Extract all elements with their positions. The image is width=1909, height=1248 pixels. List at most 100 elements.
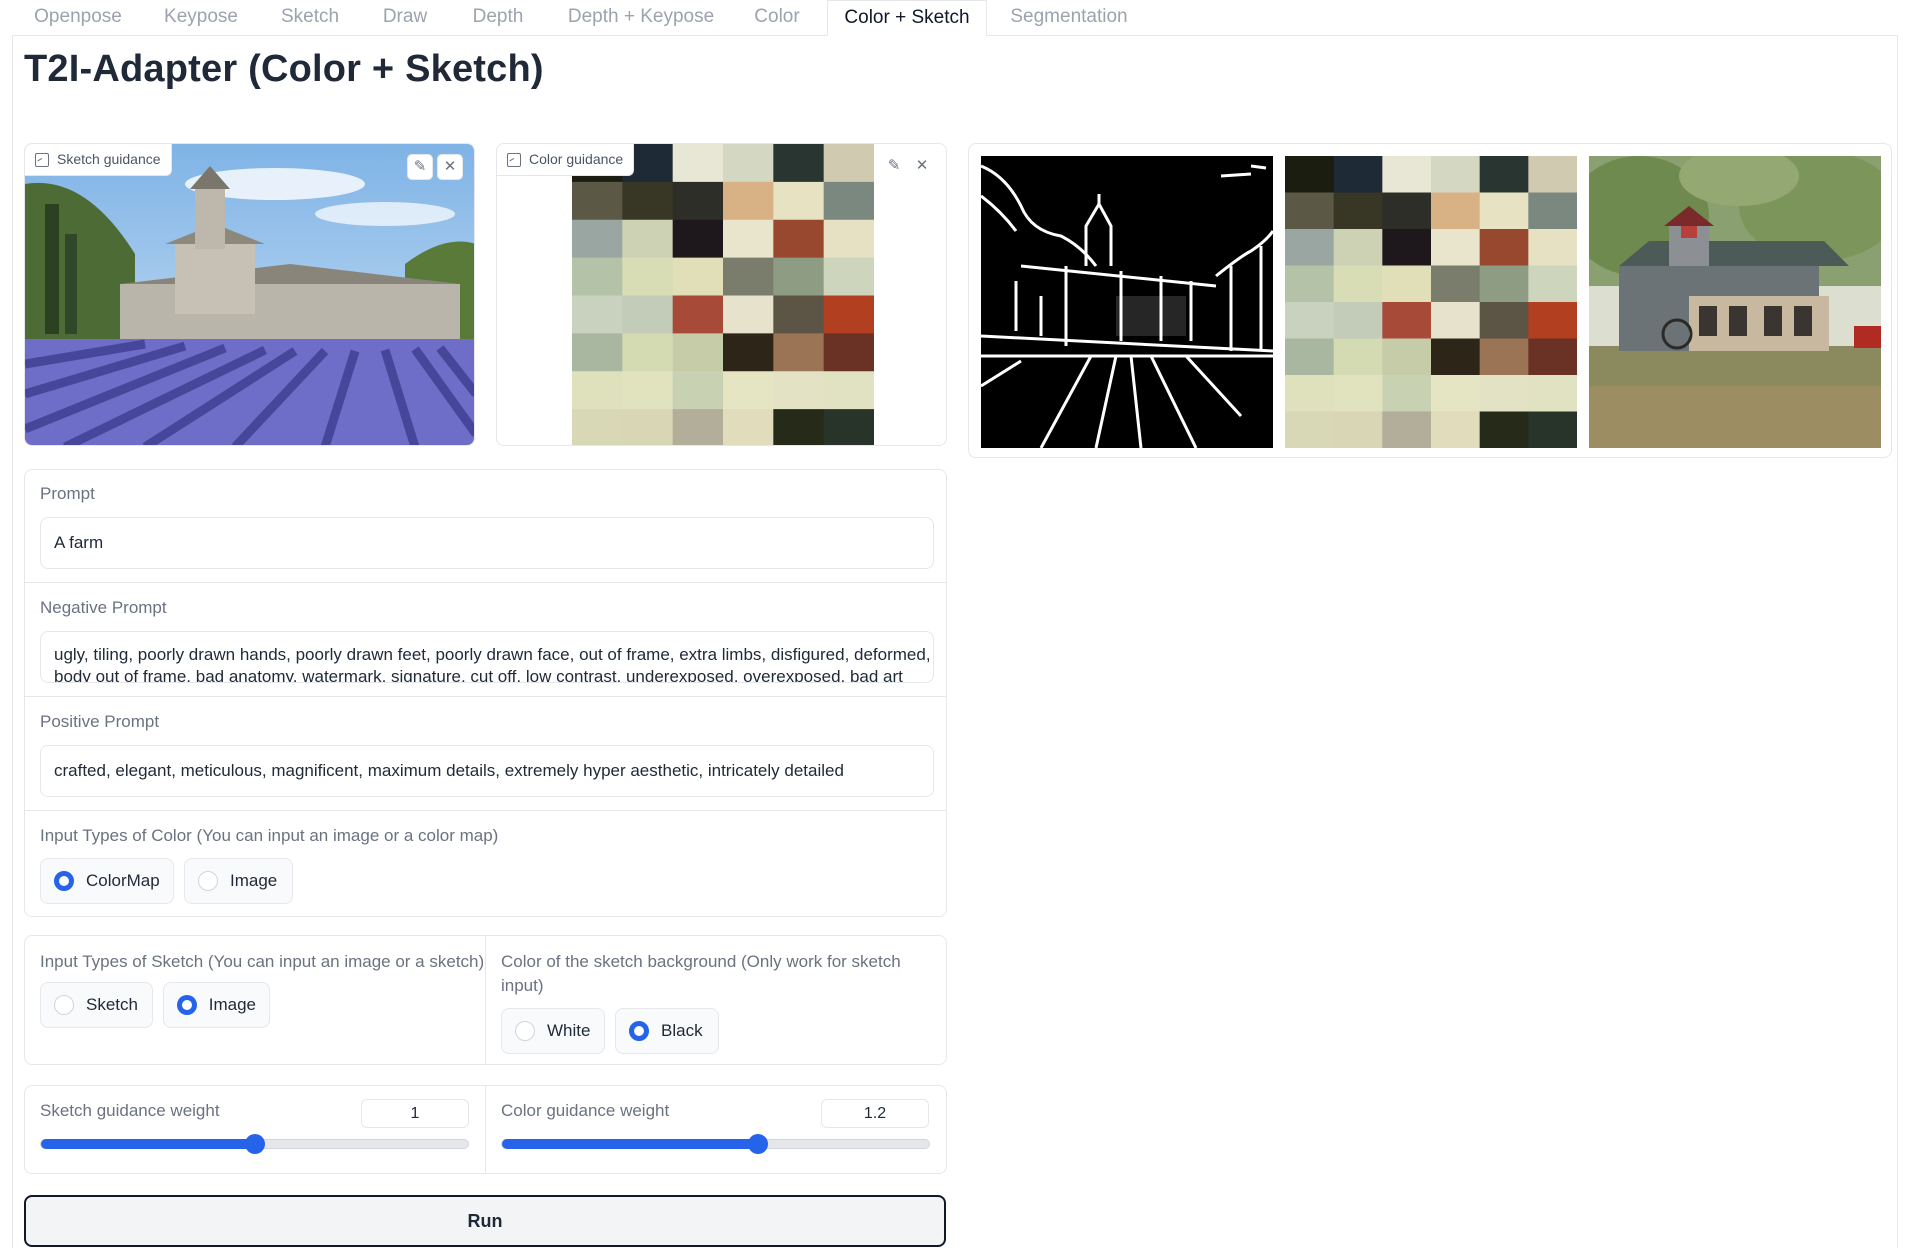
radio-color-image[interactable]: Image [184, 858, 293, 904]
color-cell [1479, 229, 1529, 266]
color-cell [1479, 338, 1529, 376]
color-cell [1382, 192, 1432, 230]
color-cell [572, 409, 623, 445]
negative-prompt-label: Negative Prompt [40, 598, 167, 617]
sketch-image-input[interactable]: Sketch guidance ✎ ✕ [24, 143, 475, 446]
color-cell [823, 181, 874, 221]
radio-white[interactable]: White [501, 1008, 605, 1054]
color-cell [823, 371, 874, 410]
color-cell [1479, 302, 1529, 339]
color-cell [723, 144, 774, 183]
color-cell [723, 181, 774, 221]
color-cell [1528, 265, 1577, 303]
positive-prompt-label: Positive Prompt [40, 712, 160, 731]
tab-color-sketch[interactable]: Color + Sketch [827, 0, 987, 36]
negative-prompt-line-2: body out of frame, bad anatomy, watermar… [54, 667, 903, 683]
color-cell [723, 219, 774, 259]
tab-openpose[interactable]: Openpose [20, 0, 136, 36]
color-cell [1382, 265, 1432, 303]
color-cell [1479, 265, 1529, 303]
color-cell [1285, 375, 1335, 412]
color-weight-slider[interactable] [501, 1134, 930, 1154]
color-weight-label: Color guidance weight [501, 1101, 670, 1120]
color-cell [1382, 411, 1432, 448]
radio-black[interactable]: Black [615, 1008, 719, 1054]
tab-draw[interactable]: Draw [370, 0, 440, 36]
color-weight-number[interactable]: 1.2 [821, 1099, 929, 1128]
slider-fill [502, 1139, 759, 1149]
color-cell [672, 257, 724, 297]
color-cell [1285, 156, 1335, 193]
image-icon [35, 152, 49, 167]
radio-sketch[interactable]: Sketch [40, 982, 153, 1028]
color-cell [672, 295, 724, 334]
color-cell [723, 409, 774, 445]
sketch-input-type-label: Input Types of Sketch (You can input an … [40, 952, 485, 971]
sketch-weight-label: Sketch guidance weight [40, 1101, 220, 1120]
run-button[interactable]: Run [24, 1195, 946, 1247]
tab-keypose[interactable]: Keypose [146, 0, 256, 36]
color-cell [622, 333, 674, 372]
tab-sketch[interactable]: Sketch [268, 0, 352, 36]
sketch-weight-number[interactable]: 1 [361, 1099, 469, 1128]
output-generated-farm[interactable] [1589, 156, 1881, 448]
color-cell [773, 333, 825, 372]
color-cell [572, 333, 623, 372]
radio-indicator-selected [629, 1021, 649, 1041]
color-cell [1431, 265, 1481, 303]
color-cell [723, 371, 774, 410]
color-cell [1479, 192, 1529, 230]
color-cell [622, 371, 674, 410]
close-icon[interactable]: ✕ [909, 154, 935, 180]
color-cell [773, 144, 825, 183]
color-cell [622, 295, 674, 334]
color-cell [1528, 229, 1577, 266]
output-sketch-map[interactable] [981, 156, 1273, 448]
tab-depth[interactable]: Depth [458, 0, 538, 36]
color-cell [773, 409, 825, 445]
color-cell [823, 295, 874, 334]
edit-icon[interactable]: ✎ [881, 154, 907, 180]
color-cell [823, 409, 874, 445]
output-gallery [968, 143, 1892, 458]
color-cell [773, 219, 825, 259]
color-cell [672, 409, 724, 445]
radio-sketch-image[interactable]: Image [163, 982, 270, 1028]
positive-prompt-input[interactable]: crafted, elegant, meticulous, magnificen… [40, 745, 934, 797]
color-cell [1285, 265, 1335, 303]
radio-colormap[interactable]: ColorMap [40, 858, 174, 904]
color-cell [1382, 338, 1432, 376]
sketch-weight-slider[interactable] [40, 1134, 469, 1154]
color-cell [672, 219, 724, 259]
tab-segmentation[interactable]: Segmentation [996, 0, 1142, 36]
sketch-background-label-2: input) [501, 976, 544, 995]
color-cell [1382, 302, 1432, 339]
close-icon[interactable]: ✕ [437, 154, 463, 180]
color-cell [1479, 375, 1529, 412]
output-color-map[interactable] [1285, 156, 1577, 448]
tab-color[interactable]: Color [740, 0, 814, 36]
color-cell [572, 219, 623, 259]
negative-prompt-input[interactable]: ugly, tiling, poorly drawn hands, poorly… [40, 631, 934, 683]
radio-indicator-selected [177, 995, 197, 1015]
tab-bar: Openpose Keypose Sketch Draw Depth Depth… [0, 0, 1909, 36]
divider [25, 810, 946, 811]
color-map-grid [572, 144, 874, 445]
color-image-input[interactable]: Color guidance ✎ ✕ [496, 143, 947, 446]
color-cell [572, 181, 623, 221]
color-cell [1431, 411, 1481, 448]
color-cell [1382, 229, 1432, 266]
color-cell [622, 181, 674, 221]
tab-depth-keypose[interactable]: Depth + Keypose [556, 0, 726, 36]
color-input-type-label: Input Types of Color (You can input an i… [40, 826, 499, 845]
color-cell [1333, 265, 1383, 303]
slider-handle[interactable] [244, 1134, 265, 1154]
color-cell [1528, 411, 1577, 448]
prompt-input[interactable]: A farm [40, 517, 934, 569]
prompt-label: Prompt [40, 484, 95, 503]
radio-indicator [198, 871, 218, 891]
color-cell [1431, 156, 1481, 193]
color-cell [1479, 411, 1529, 448]
color-cell [622, 409, 674, 445]
edit-icon[interactable]: ✎ [407, 154, 433, 180]
